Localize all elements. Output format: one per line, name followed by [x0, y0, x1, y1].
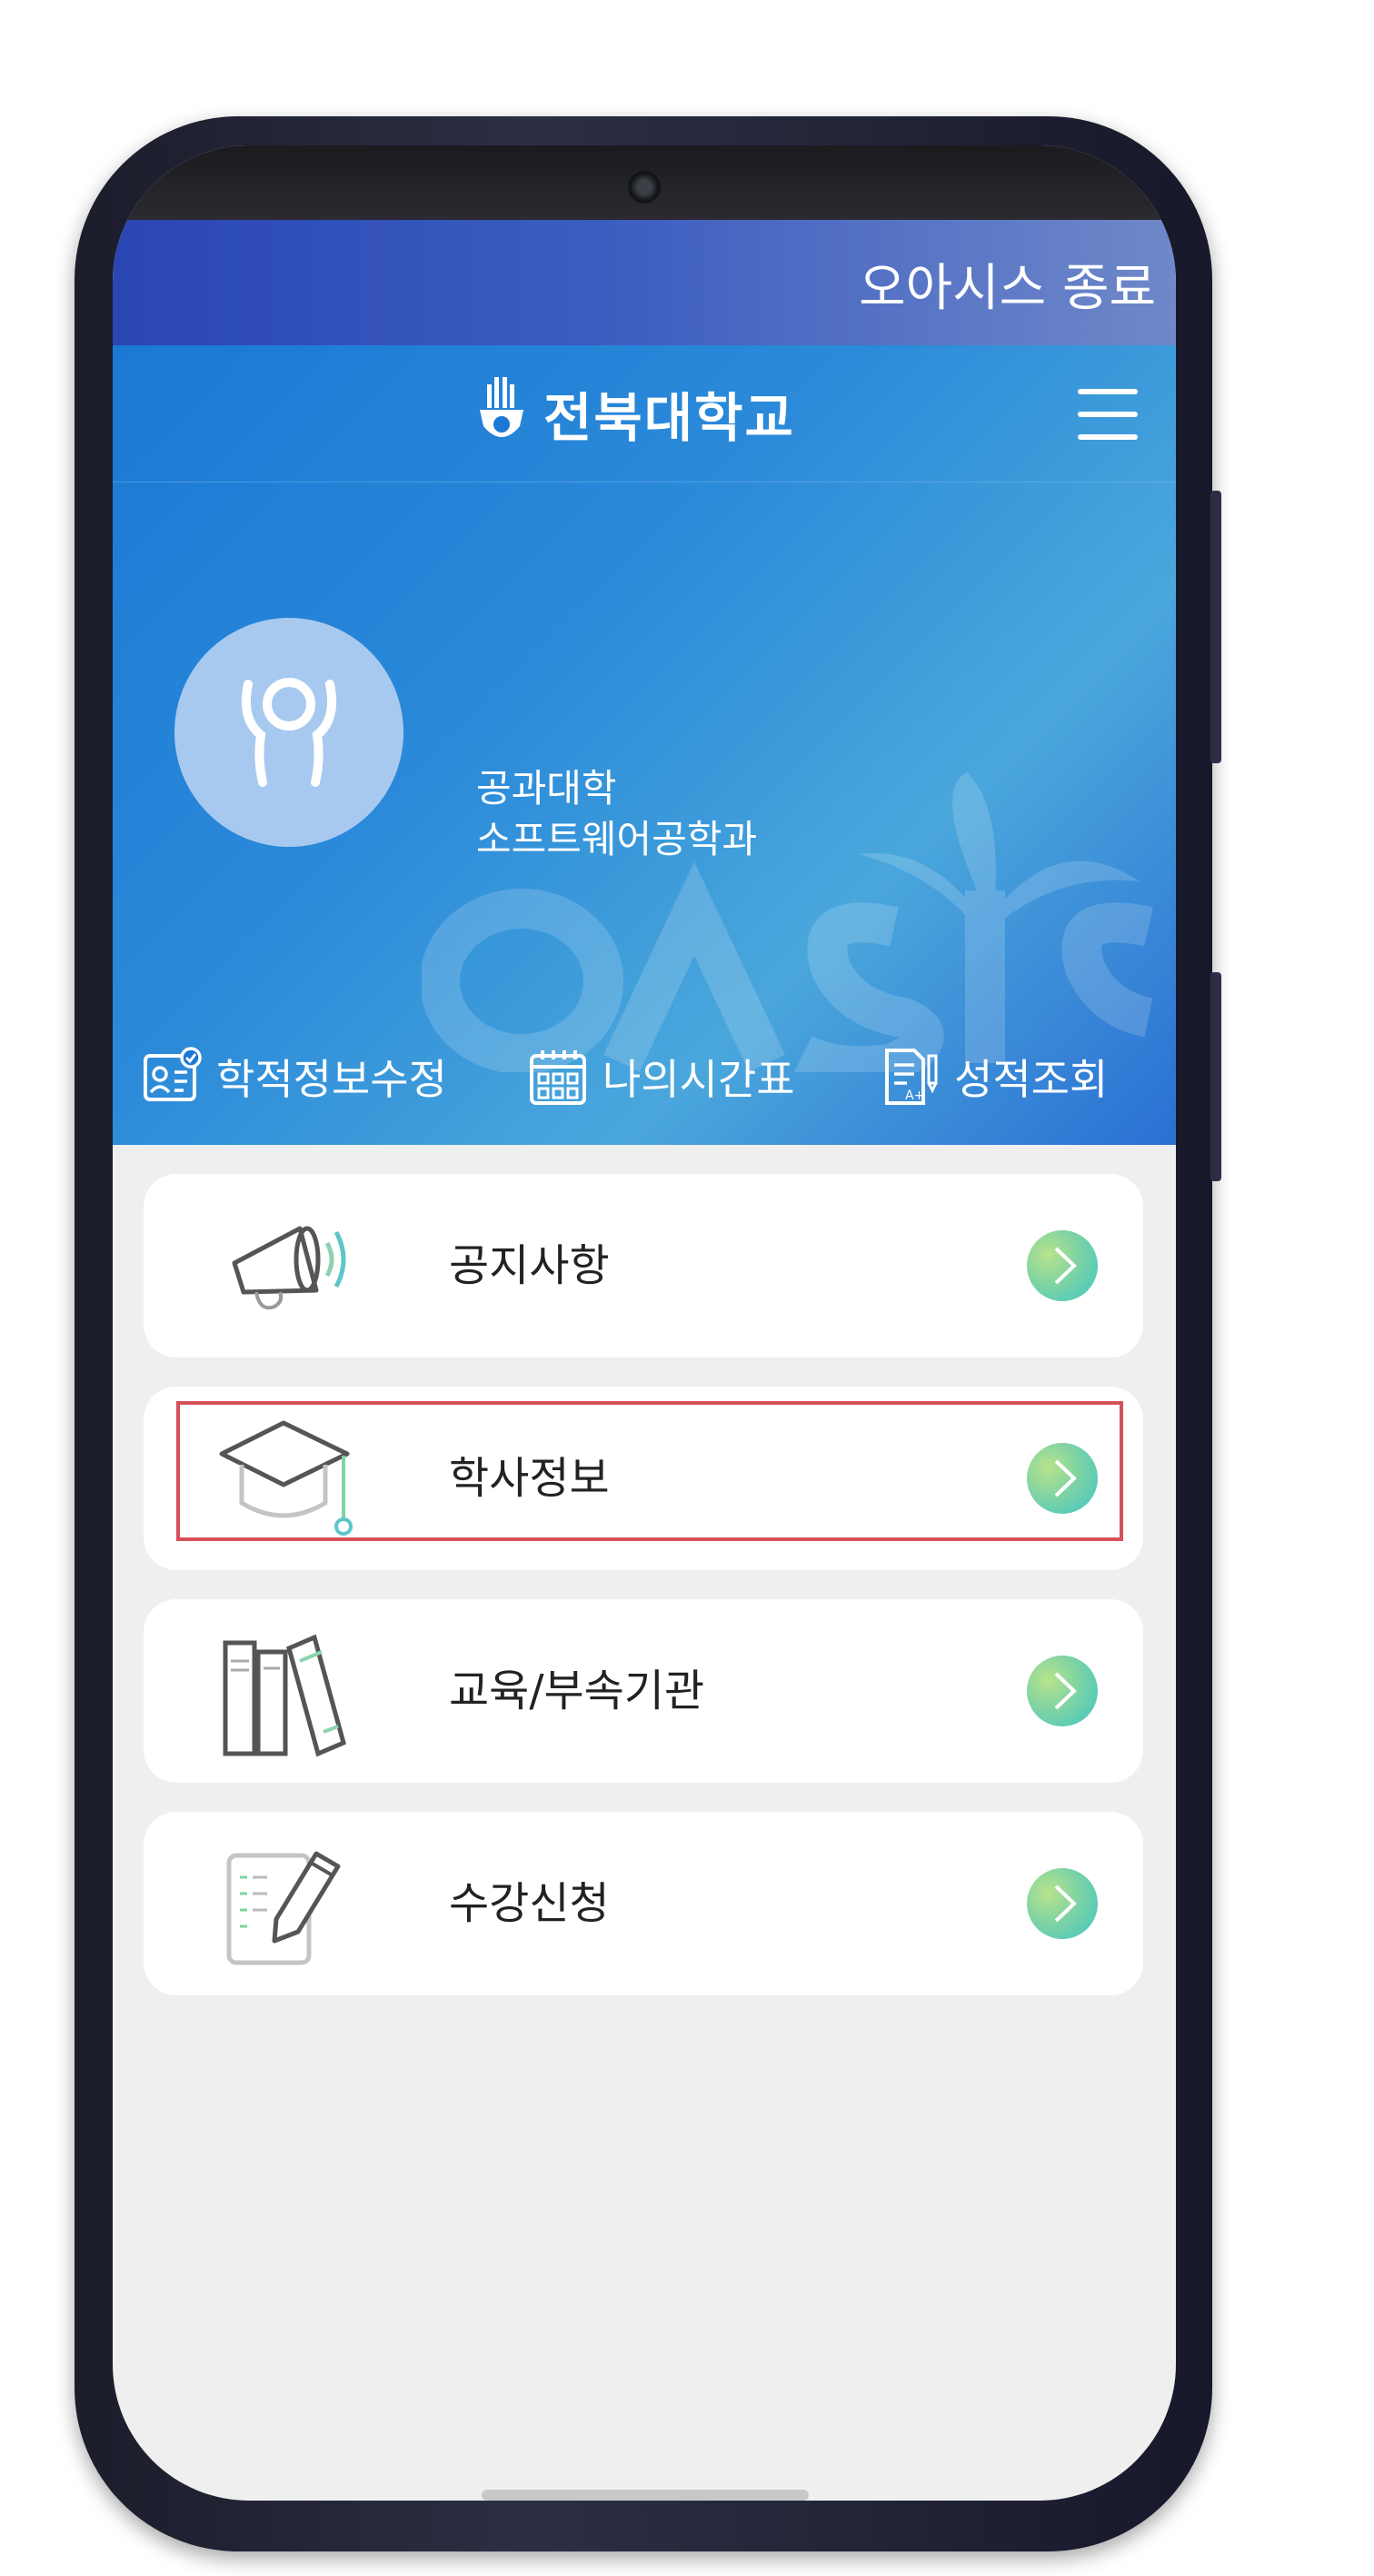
chevron-right-icon [1027, 1230, 1098, 1301]
menu-item-label: 수강신청 [449, 1878, 610, 1929]
menu-item-academic-info[interactable]: 학사정보 [144, 1387, 1143, 1570]
app-screen: 오아시스 종료 전북대학교 공과대학 소프트웨어공학과 학적정보수정 나의시간표… [113, 145, 1176, 2501]
megaphone-icon [232, 1226, 346, 1310]
home-indicator[interactable] [482, 2490, 809, 2501]
quick-link-label: 성적조회 [954, 1055, 1109, 1104]
quick-link-student-record[interactable]: 학적정보수정 [140, 1036, 447, 1118]
grade-report-icon: A+ [885, 1049, 938, 1105]
oasis-watermark-icon [422, 772, 1154, 1072]
chevron-right-icon [1027, 1443, 1098, 1514]
calendar-icon [530, 1050, 586, 1105]
menu-item-institutions[interactable]: 교육/부속기관 [144, 1599, 1143, 1783]
volume-button [1210, 491, 1221, 763]
top-bar: 오아시스 종료 [113, 220, 1176, 345]
student-card-icon [144, 1047, 202, 1101]
graduation-cap-icon [219, 1420, 353, 1536]
books-icon [223, 1634, 346, 1757]
menu-item-notices[interactable]: 공지사항 [144, 1174, 1143, 1358]
chevron-right-icon [1027, 1656, 1098, 1726]
person-raising-arms-icon [241, 678, 337, 787]
svg-text:A+: A+ [905, 1089, 924, 1103]
menu-item-label: 학사정보 [449, 1453, 610, 1504]
university-logo[interactable]: 전북대학교 [474, 373, 820, 454]
profile-avatar [174, 618, 403, 847]
chevron-right-icon [1027, 1868, 1098, 1939]
quick-link-label: 나의시간표 [602, 1055, 795, 1104]
menu-item-label: 교육/부속기관 [449, 1666, 705, 1716]
status-area [113, 145, 1176, 220]
menu-item-course-registration[interactable]: 수강신청 [144, 1812, 1143, 1995]
quick-link-my-timetable[interactable]: 나의시간표 [526, 1036, 795, 1118]
university-name: 전북대학교 [543, 387, 795, 449]
university-emblem-icon [480, 377, 523, 437]
app-header: 전북대학교 [113, 345, 1176, 482]
power-button [1210, 972, 1221, 1181]
quick-link-grades[interactable]: A+ 성적조회 [878, 1036, 1108, 1118]
registration-pencil-icon [226, 1851, 341, 1965]
front-camera [628, 171, 661, 204]
hero-banner: 전북대학교 공과대학 소프트웨어공학과 학적정보수정 나의시간표 A+ 성적조회 [113, 345, 1176, 1145]
oasis-exit-button[interactable]: 오아시스 종료 [859, 247, 1156, 321]
quick-link-label: 학적정보수정 [216, 1055, 447, 1104]
hamburger-menu-icon[interactable] [1078, 389, 1138, 443]
menu-item-label: 공지사항 [449, 1240, 610, 1291]
